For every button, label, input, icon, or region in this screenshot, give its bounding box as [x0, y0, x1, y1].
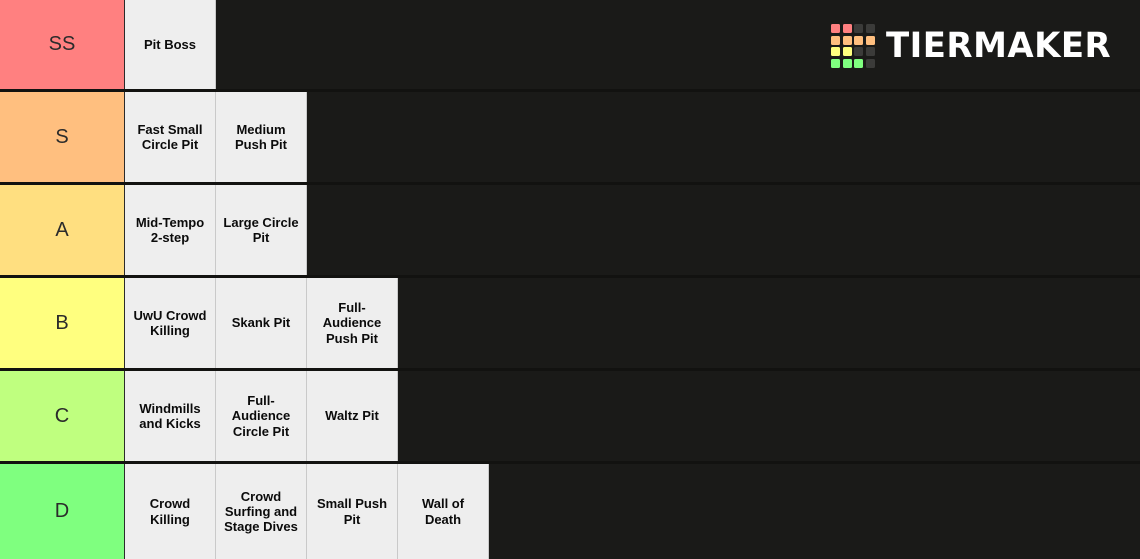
tier-item[interactable]: Wall of Death	[398, 464, 489, 559]
tier-item[interactable]: UwU Crowd Killing	[125, 278, 216, 368]
tier-label-c[interactable]: C	[0, 371, 125, 461]
tier-row-c: C Windmills and Kicks Full-Audience Circle…	[0, 371, 1140, 464]
tier-item[interactable]: Large Circle Pit	[216, 185, 307, 275]
tier-item[interactable]: Small Push Pit	[307, 464, 398, 559]
tier-items-a[interactable]: Mid-Tempo 2-step Large Circle Pit	[125, 185, 1140, 275]
tier-label-d[interactable]: D	[0, 464, 125, 559]
tier-drop-zone-b[interactable]	[398, 278, 1140, 368]
tier-item[interactable]: Full-Audience Push Pit	[307, 278, 398, 368]
tier-label-a[interactable]: A	[0, 185, 125, 275]
tier-list-board: TIERMAKER SS Pit Boss S Fast Small Circle P…	[0, 0, 1140, 559]
tier-items-s[interactable]: Fast Small Circle Pit Medium Push Pit	[125, 92, 1140, 182]
tier-label-s[interactable]: S	[0, 92, 125, 182]
tier-items-ss[interactable]: Pit Boss	[125, 0, 1140, 89]
tier-item[interactable]: Full-Audience Circle Pit	[216, 371, 307, 461]
tier-item[interactable]: Mid-Tempo 2-step	[125, 185, 216, 275]
tier-label-ss[interactable]: SS	[0, 0, 125, 89]
tier-item[interactable]: Medium Push Pit	[216, 92, 307, 182]
tier-drop-zone-ss[interactable]	[216, 0, 1140, 89]
tier-item[interactable]: Fast Small Circle Pit	[125, 92, 216, 182]
tier-row-s: S Fast Small Circle Pit Medium Push Pit	[0, 92, 1140, 185]
tier-drop-zone-d[interactable]	[489, 464, 1140, 559]
tier-item[interactable]: Waltz Pit	[307, 371, 398, 461]
tier-items-d[interactable]: Crowd Killing Crowd Surfing and Stage Div…	[125, 464, 1140, 559]
tier-drop-zone-c[interactable]	[398, 371, 1140, 461]
tier-label-b[interactable]: B	[0, 278, 125, 368]
tier-row-ss: SS Pit Boss	[0, 0, 1140, 92]
tier-items-b[interactable]: UwU Crowd Killing Skank Pit Full-Audience …	[125, 278, 1140, 368]
tier-item[interactable]: Skank Pit	[216, 278, 307, 368]
tier-rows-container: SS Pit Boss S Fast Small Circle Pit Medium P…	[0, 0, 1140, 559]
tier-item[interactable]: Pit Boss	[125, 0, 216, 89]
tier-items-c[interactable]: Windmills and Kicks Full-Audience Circle …	[125, 371, 1140, 461]
tier-item[interactable]: Crowd Surfing and Stage Dives	[216, 464, 307, 559]
tier-row-a: A Mid-Tempo 2-step Large Circle Pit	[0, 185, 1140, 278]
tier-row-d: D Crowd Killing Crowd Surfing and Stage Di…	[0, 464, 1140, 559]
tier-item[interactable]: Crowd Killing	[125, 464, 216, 559]
tier-drop-zone-a[interactable]	[307, 185, 1140, 275]
tier-row-b: B UwU Crowd Killing Skank Pit Full-Audience…	[0, 278, 1140, 371]
tier-drop-zone-s[interactable]	[307, 92, 1140, 182]
tier-item[interactable]: Windmills and Kicks	[125, 371, 216, 461]
